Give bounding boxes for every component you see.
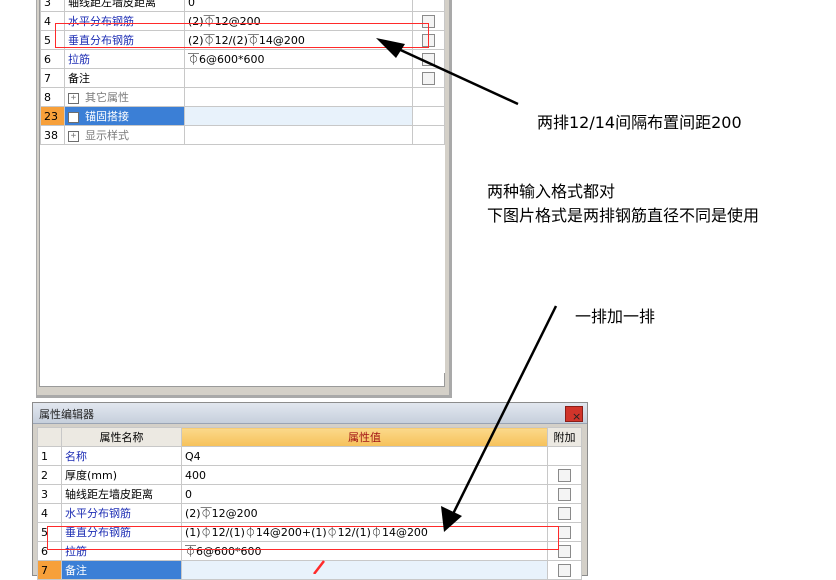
note-two-rows-spacing: 两排12/14间隔布置间距200 [537,113,742,132]
arrow-1-shaft [393,45,519,106]
note-format-explanation: 下图片格式是两排钢筋直径不同是使用 [487,206,760,225]
annotation-arrows [313,38,558,574]
arrow-2-shaft [450,305,558,517]
arrow-1-head [376,38,405,58]
note-row-plus-row: 一排加一排 [575,307,656,326]
arrow-3-shaft [313,560,325,574]
arrow-2-head [441,506,462,532]
note-both-formats-valid: 两种输入格式都对 [487,182,616,201]
